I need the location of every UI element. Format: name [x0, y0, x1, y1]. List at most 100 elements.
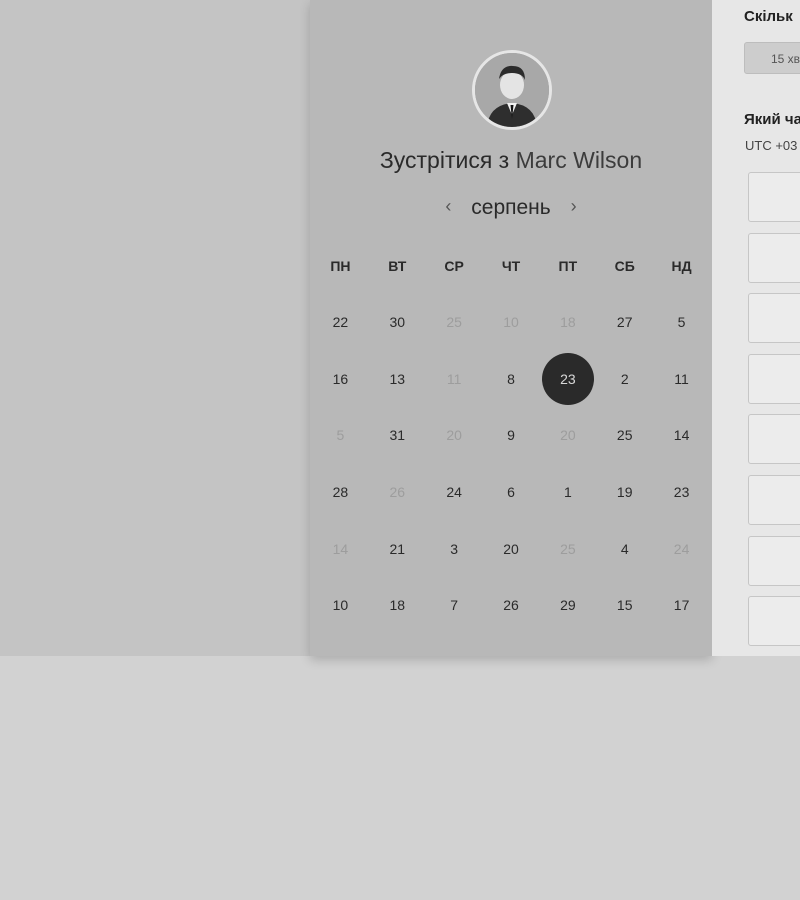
left-background	[0, 0, 310, 656]
duration-option-button[interactable]: 15 хв	[744, 42, 800, 74]
duration-label: Скільк	[744, 8, 793, 25]
calendar-day[interactable]: 17	[653, 577, 710, 634]
day-number: 19	[616, 484, 633, 501]
day-number: 2	[620, 370, 629, 387]
day-number: 7	[450, 597, 459, 614]
calendar-grid: 22 30 25 10 18 27 5 16 13 11 8 23 2 11 5 31 20 9 20 25 14 28 2…	[312, 294, 710, 634]
day-number: 5	[677, 314, 686, 331]
weekday-label: ПТ	[558, 258, 578, 274]
month-label: серпень	[471, 196, 551, 219]
day-number: 10	[332, 597, 349, 614]
day-number: 31	[389, 427, 406, 444]
calendar-day[interactable]: 4	[596, 520, 653, 577]
day-number: 30	[389, 314, 406, 331]
day-number: 24	[446, 484, 462, 501]
calendar-day[interactable]: 18	[369, 577, 426, 634]
calendar-day[interactable]: 13	[369, 351, 426, 408]
day-number: 23	[673, 484, 690, 501]
calendar-day[interactable]: 24	[426, 464, 483, 521]
day-number: 23	[541, 352, 594, 405]
calendar-week-row: 16 13 11 8 23 2 11	[312, 351, 710, 408]
calendar-day[interactable]: 22	[312, 294, 369, 351]
weekday-label: ВТ	[388, 258, 407, 274]
time-slot[interactable]	[748, 172, 800, 222]
time-slot[interactable]	[748, 474, 800, 525]
calendar-day[interactable]: 27	[596, 294, 653, 351]
meeting-title: Зустрітися з Marc Wilson	[310, 147, 712, 174]
weekday-label: СР	[444, 258, 464, 274]
day-number: 25	[446, 314, 462, 331]
calendar-day[interactable]: 10	[312, 577, 369, 634]
calendar-day[interactable]: 30	[369, 294, 426, 351]
weekday-label: ПН	[330, 258, 351, 274]
timezone-label[interactable]: UTC +03	[745, 138, 797, 153]
calendar-day[interactable]: 8	[483, 351, 540, 408]
calendar-day[interactable]: 31	[369, 407, 426, 464]
day-number: 26	[503, 597, 519, 614]
calendar-day: 24	[653, 520, 710, 577]
calendar-day[interactable]: 19	[596, 464, 653, 521]
title-prefix: Зустрітися з	[379, 147, 510, 173]
time-slot[interactable]	[748, 414, 800, 465]
day-number: 14	[673, 427, 690, 444]
day-number: 11	[674, 370, 689, 387]
day-number: 13	[389, 370, 406, 387]
calendar-day[interactable]: 16	[312, 351, 369, 408]
calendar-day[interactable]: 20	[483, 520, 540, 577]
calendar-day: 11	[426, 351, 483, 408]
day-number: 26	[389, 484, 406, 501]
calendar-day[interactable]: 2	[596, 351, 653, 408]
day-number: 18	[389, 597, 406, 614]
calendar-week-row: 14 21 3 20 25 4 24	[312, 520, 710, 577]
calendar-week-row: 28 26 24 6 1 19 23	[312, 464, 710, 521]
calendar-day: 18	[539, 294, 596, 351]
day-number: 20	[560, 427, 576, 444]
calendar-day[interactable]: 1	[539, 464, 596, 521]
calendar-day[interactable]: 11	[653, 351, 710, 408]
day-number: 17	[673, 597, 690, 614]
weekday-label: ЧТ	[501, 258, 521, 274]
time-slot[interactable]	[748, 293, 800, 344]
calendar-day[interactable]: 23	[653, 464, 710, 521]
day-number: 4	[620, 540, 629, 557]
day-number: 3	[450, 540, 459, 557]
time-slot[interactable]	[748, 353, 800, 404]
calendar-day[interactable]: 26	[483, 577, 540, 634]
time-slot[interactable]	[748, 596, 800, 647]
day-number: 9	[507, 427, 515, 444]
calendar-day: 5	[312, 407, 369, 464]
calendar-day: 10	[483, 294, 540, 351]
calendar-day[interactable]: 3	[426, 520, 483, 577]
day-number: 29	[560, 597, 576, 614]
calendar-day: 25	[539, 520, 596, 577]
calendar-day[interactable]: 15	[596, 577, 653, 634]
weekday-label: НД	[671, 258, 692, 274]
next-month-icon[interactable]: ›	[557, 196, 591, 217]
calendar-day[interactable]: 25	[596, 407, 653, 464]
day-number: 14	[332, 540, 349, 557]
calendar-day-selected[interactable]: 23	[539, 351, 596, 408]
calendar-day[interactable]: 7	[426, 577, 483, 634]
day-number: 11	[446, 370, 462, 387]
calendar-panel: Зустрітися з Marc Wilson ‹ серпень › ПН …	[310, 0, 712, 656]
calendar-day: 25	[426, 294, 483, 351]
calendar-week-row: 22 30 25 10 18 27 5	[312, 294, 710, 351]
day-number: 6	[507, 484, 515, 501]
day-number: 22	[332, 314, 349, 331]
calendar-day: 14	[312, 520, 369, 577]
time-slot[interactable]	[748, 535, 800, 586]
time-slot-list	[748, 172, 800, 656]
prev-month-icon[interactable]: ‹	[431, 196, 465, 217]
calendar-day[interactable]: 5	[653, 294, 710, 351]
host-name: Marc Wilson	[515, 147, 643, 173]
day-number: 20	[446, 427, 462, 444]
calendar-day[interactable]: 9	[483, 407, 540, 464]
calendar-day[interactable]: 21	[369, 520, 426, 577]
calendar-day[interactable]: 29	[539, 577, 596, 634]
calendar-day[interactable]: 28	[312, 464, 369, 521]
calendar-day[interactable]: 14	[653, 407, 710, 464]
weekday-header: ПН ВТ СР ЧТ ПТ СБ НД	[312, 258, 710, 274]
time-slot[interactable]	[748, 232, 800, 283]
calendar-day[interactable]: 6	[483, 464, 540, 521]
time-label: Який ча	[744, 111, 800, 128]
